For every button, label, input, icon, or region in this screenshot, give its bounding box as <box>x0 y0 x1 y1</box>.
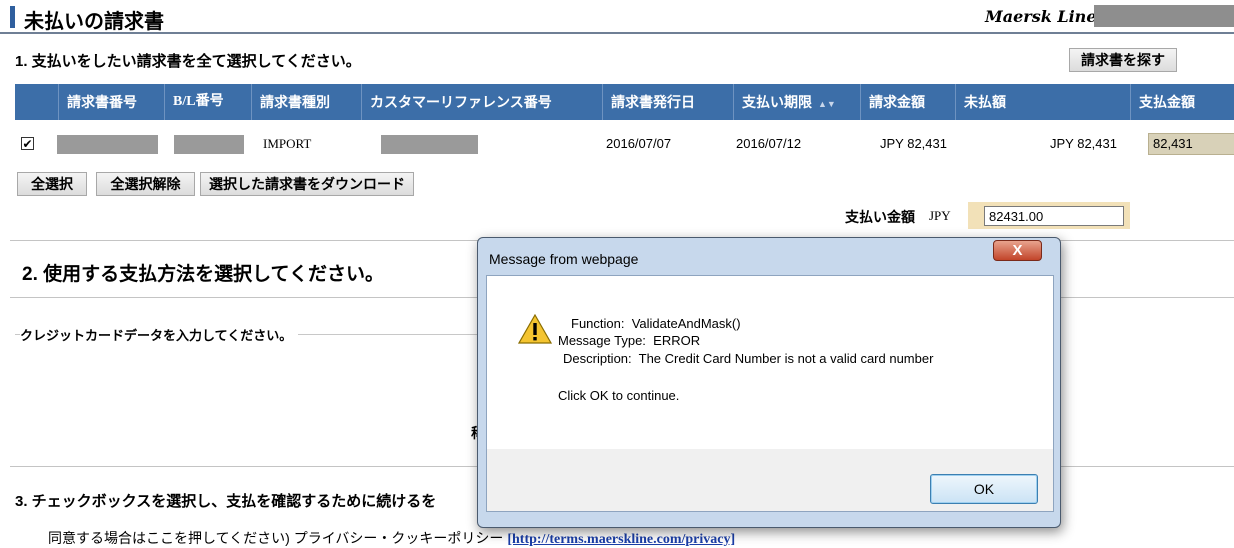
sort-icon[interactable]: ▲▼ <box>818 99 836 109</box>
invoice-table-header: 請求書番号 B/L番号 請求書種別 カスタマーリファレンス番号 請求書発行日 支… <box>15 84 1234 120</box>
section2-label: 2. 使用する支払方法を選択してください。 <box>22 264 384 285</box>
warning-icon <box>518 314 552 344</box>
credit-card-fieldset <box>15 334 485 445</box>
brand-name: Maersk Line: <box>985 7 1103 26</box>
column-header-customer-ref[interactable]: カスタマーリファレンス番号 <box>361 84 602 120</box>
dialog-continue-line: Click OK to continue. <box>558 388 680 403</box>
header-accent-bar <box>10 6 15 28</box>
payment-amount-cell[interactable]: 82,431 <box>1148 133 1234 155</box>
column-header-issue-date[interactable]: 請求書発行日 <box>602 84 733 120</box>
download-selected-button[interactable]: 選択した請求書をダウンロード <box>200 172 414 196</box>
column-header-due-date[interactable]: 支払い期限 ▲▼ <box>733 84 860 120</box>
redacted-invoice-number <box>57 135 158 154</box>
ok-button[interactable]: OK <box>930 474 1038 504</box>
select-column-header <box>15 84 58 120</box>
column-header-outstanding[interactable]: 未払額 <box>955 84 1130 120</box>
column-header-payment[interactable]: 支払金額 <box>1130 84 1234 120</box>
privacy-link[interactable]: [http://terms.maerskline.com/privacy] <box>507 532 735 547</box>
dialog-description-line: Description: The Credit Card Number is n… <box>563 351 934 366</box>
payment-amount-label: 支払い金額 <box>845 209 915 225</box>
cell-invoice-amount: JPY 82,431 <box>880 136 947 151</box>
find-invoice-button[interactable]: 請求書を探す <box>1069 48 1177 72</box>
close-icon: X <box>1012 242 1023 259</box>
row-checkbox[interactable]: ✔ <box>21 137 34 151</box>
redacted-customer-ref <box>381 135 478 154</box>
payment-amount-input[interactable] <box>984 206 1124 226</box>
section3-label: 3. チェックボックスを選択し、支払を確認するために続けるを <box>15 493 437 510</box>
column-header-bl-number[interactable]: B/L番号 <box>164 84 251 120</box>
column-header-invoice-amount[interactable]: 請求金額 <box>860 84 955 120</box>
dialog-title: Message from webpage <box>489 251 639 267</box>
column-header-invoice-number[interactable]: 請求書番号 <box>58 84 164 120</box>
agree-text-label: 同意する場合はここを押してください) プライバシー・クッキーポリシー <box>48 530 508 546</box>
page-title: 未払いの請求書 <box>24 11 164 33</box>
cell-invoice-type: IMPORT <box>263 136 312 151</box>
select-all-button[interactable]: 全選択 <box>17 172 87 196</box>
dialog-function-line: Function: ValidateAndMask() <box>571 316 741 331</box>
message-dialog: Message from webpage X Function: Validat… <box>477 237 1061 528</box>
cell-outstanding: JPY 82,431 <box>1050 136 1117 151</box>
column-header-invoice-type[interactable]: 請求書種別 <box>251 84 361 120</box>
redacted-bl-number <box>174 135 244 154</box>
deselect-all-button[interactable]: 全選択解除 <box>96 172 195 196</box>
dialog-type-line: Message Type: ERROR <box>558 333 701 348</box>
cell-issue-date: 2016/07/07 <box>606 136 672 151</box>
section1-label: 1. 支払いをしたい請求書を全て選択してください。 <box>15 53 361 70</box>
payment-currency: JPY <box>929 208 951 223</box>
page-header: 未払いの請求書 Maersk Line: <box>0 0 1234 34</box>
due-date-label: 支払い期限 <box>742 94 812 110</box>
redacted-block <box>1094 5 1234 27</box>
table-row: ✔ IMPORT 2016/07/07 2016/07/12 JPY 82,43… <box>15 132 1234 156</box>
cell-due-date: 2016/07/12 <box>736 136 802 151</box>
close-button[interactable]: X <box>993 240 1042 261</box>
credit-card-legend: クレジットカードデータを入力してください。 <box>20 325 299 344</box>
agree-text: 同意する場合はここを押してください) プライバシー・クッキーポリシー [http… <box>48 528 735 548</box>
